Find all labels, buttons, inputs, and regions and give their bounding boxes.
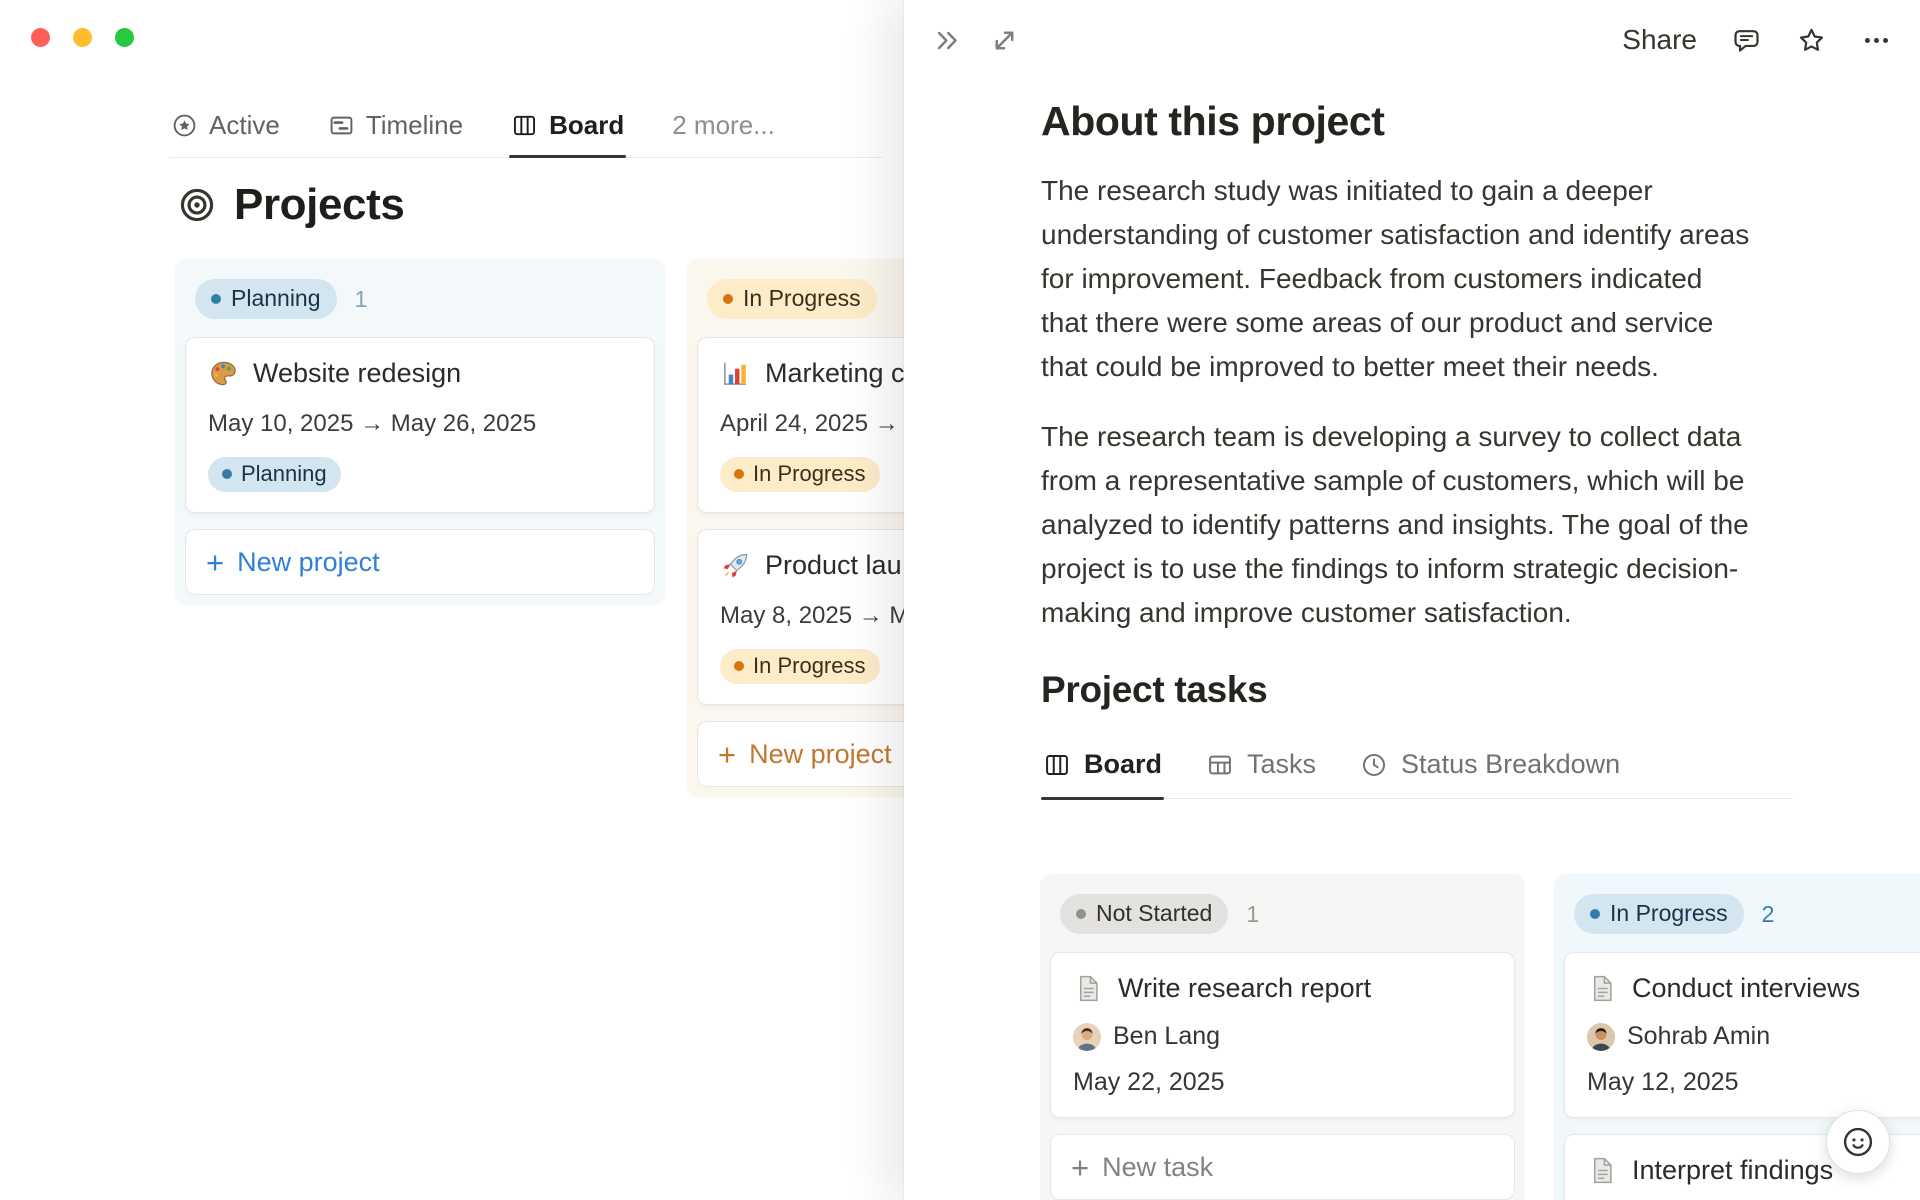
side-peek-panel: Share About this project The research st… [904,0,1920,1200]
view-tabs: Active Timeline Board 2 more... [169,98,882,158]
tab-status-breakdown[interactable]: Status Breakdown [1358,741,1622,798]
tab-board[interactable]: Board [509,98,627,158]
status-badge: In Progress [720,649,880,684]
share-button[interactable]: Share [1622,24,1697,56]
column-header: Planning 1 [185,269,655,331]
group-label: Planning [231,285,321,311]
group-count: 2 [1761,900,1775,927]
timeline-icon [328,112,355,139]
more-options-icon[interactable] [1861,25,1892,56]
close-peek-double-chevron-icon[interactable] [932,25,963,56]
status-dot [1076,908,1086,919]
group-pill-planning[interactable]: Planning [195,279,337,319]
rocket-icon [720,550,751,581]
status-dot [222,469,232,479]
document-body: About this project The research study wa… [1041,80,1793,800]
tab-label: Active [209,110,280,140]
card-title: Website redesign [253,358,462,388]
tab-label: Board [1084,749,1163,779]
tab-label: Board [549,110,625,140]
panel-toolbar: Share [904,0,1920,80]
tab-more-views[interactable]: 2 more... [670,98,777,157]
group-pill-in-progress[interactable]: In Progress [707,279,877,319]
column-header: In Progress 2 [1564,884,1920,946]
status-dot [734,661,744,671]
notion-ai-button[interactable] [1826,1110,1890,1174]
task-column-not-started: Not Started 1 Write research report Ben … [1040,874,1525,1200]
page-icon [1587,973,1618,1004]
board-icon [1043,751,1071,779]
project-card-website-redesign[interactable]: Website redesign May 10, 2025 → May 26, … [185,337,655,513]
task-card-write-research-report[interactable]: Write research report Ben Lang May 22, 2… [1050,952,1515,1118]
status-dot [211,293,221,304]
new-project-button[interactable]: + New project [185,529,655,595]
bar-chart-icon [720,358,751,389]
card-title: Interpret findings [1632,1155,1834,1185]
status-dot [1590,908,1600,919]
clock-icon [1360,751,1388,779]
group-pill-not-started[interactable]: Not Started [1060,894,1229,934]
group-label: Not Started [1096,900,1213,926]
expand-diagonal-icon[interactable] [989,25,1020,56]
doc-paragraph: The research team is developing a survey… [1041,421,1749,628]
column-header: Not Started 1 [1050,884,1515,946]
plus-icon: + [1071,1149,1090,1185]
status-dot [734,469,744,479]
card-title: Marketing c [765,358,905,388]
notion-ai-face-icon [1840,1124,1876,1160]
due-date: May 22, 2025 [1073,1068,1225,1096]
page-head: Projects [178,180,405,230]
table-icon [1206,751,1234,779]
card-title: Product lau [765,550,902,580]
window-controls [31,28,134,47]
group-count: 1 [1246,900,1260,927]
page-icon [1587,1155,1618,1186]
palette-icon [208,358,239,389]
zoom-window-button[interactable] [115,28,134,47]
card-title: Write research report [1118,973,1372,1003]
target-icon [178,186,216,224]
avatar-ben-lang [1073,1022,1101,1051]
tab-label: Tasks [1247,749,1317,779]
minimize-window-button[interactable] [73,28,92,47]
group-label: In Progress [743,285,861,311]
avatar-sohrab-amin [1587,1022,1615,1051]
close-window-button[interactable] [31,28,50,47]
status-dot [723,293,733,304]
doc-paragraph: The research study was initiated to gain… [1041,175,1750,382]
assignee-name: Sohrab Amin [1627,1022,1771,1050]
due-date: May 12, 2025 [1587,1068,1739,1096]
plus-icon: + [718,736,737,772]
tab-active[interactable]: Active [169,98,282,157]
tab-label: 2 more... [672,110,775,140]
status-badge: In Progress [720,457,880,492]
star-badge-icon [171,112,198,139]
board-icon [511,112,538,139]
tab-label: Timeline [365,110,464,140]
board-column-planning: Planning 1 Website redesign May 10, 2025… [175,259,665,605]
status-badge: Planning [208,457,341,492]
assignee-name: Ben Lang [1113,1022,1221,1050]
group-label: In Progress [1610,900,1728,926]
group-count: 1 [354,285,368,312]
page-icon [1073,973,1104,1004]
tab-tasks[interactable]: Tasks [1204,741,1318,798]
card-dates: May 10, 2025 → May 26, 2025 [208,410,537,437]
favorite-star-icon[interactable] [1796,25,1827,56]
group-pill-in-progress[interactable]: In Progress [1574,894,1744,934]
tab-timeline[interactable]: Timeline [326,98,465,157]
task-card-conduct-interviews[interactable]: Conduct interviews Sohrab Amin May 12, 2… [1564,952,1920,1118]
new-task-button[interactable]: + New task [1050,1134,1515,1200]
tab-board[interactable]: Board [1041,741,1165,800]
comments-icon[interactable] [1731,25,1762,56]
plus-icon: + [206,544,225,580]
tab-label: Status Breakdown [1401,749,1621,779]
doc-heading: About this project [1041,98,1385,144]
tasks-heading: Project tasks [1041,669,1268,710]
card-title: Conduct interviews [1632,973,1861,1003]
task-view-tabs: Board Tasks Status Breakdown [1041,741,1793,800]
page-title[interactable]: Projects [234,180,405,230]
